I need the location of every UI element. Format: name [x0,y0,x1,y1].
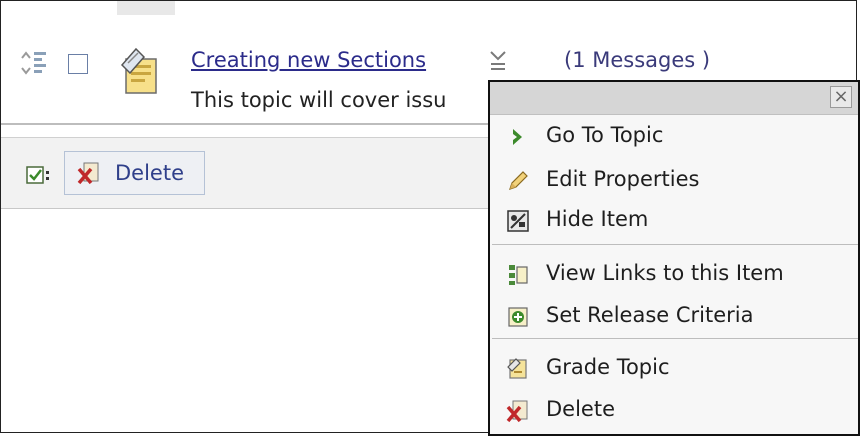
menu-item-go-to-topic[interactable]: Go To Topic [490,116,858,156]
menu-item-label: Edit Properties [546,167,700,191]
menu-item-edit-properties[interactable]: Edit Properties [490,160,858,200]
menu-item-label: View Links to this Item [546,261,784,285]
close-icon[interactable]: × [830,86,852,108]
menu-item-label: Delete [546,397,615,421]
menu-item-view-links[interactable]: View Links to this Item [490,254,858,294]
context-menu: × Go To Topic Edit Properties Hide Item [488,80,860,436]
menu-separator [492,338,858,339]
topic-icon [120,47,157,94]
chevron-down-icon[interactable] [487,48,509,74]
hide-icon [507,210,529,232]
delete-button[interactable]: Delete [64,151,205,195]
menu-item-set-release-criteria[interactable]: Set Release Criteria [490,296,858,336]
context-menu-header: × [490,82,858,115]
message-count[interactable]: (1 Messages ) [564,48,710,72]
top-tab-stub [117,1,175,15]
topic-description: This topic will cover issu [191,88,447,112]
menu-item-hide-item[interactable]: Hide Item [490,200,858,240]
links-icon [509,265,528,285]
menu-item-label: Set Release Criteria [546,303,754,327]
reorder-icon[interactable] [19,48,49,78]
pencil-icon [509,171,528,190]
topic-title-link[interactable]: Creating new Sections [191,48,426,72]
menu-item-delete[interactable]: Delete [490,390,858,430]
delete-icon [77,162,99,185]
arrow-right-icon [513,129,522,145]
menu-item-label: Hide Item [546,207,649,231]
menu-item-grade-topic[interactable]: Grade Topic [490,348,858,388]
row-checkbox[interactable] [68,54,88,74]
grade-icon [507,358,527,379]
select-all-checkbox-icon[interactable] [26,165,52,185]
menu-item-label: Grade Topic [546,355,670,379]
menu-item-label: Go To Topic [546,123,664,147]
menu-separator [492,244,858,245]
release-criteria-icon [508,307,528,327]
delete-icon [506,400,528,423]
delete-button-label: Delete [115,161,184,185]
